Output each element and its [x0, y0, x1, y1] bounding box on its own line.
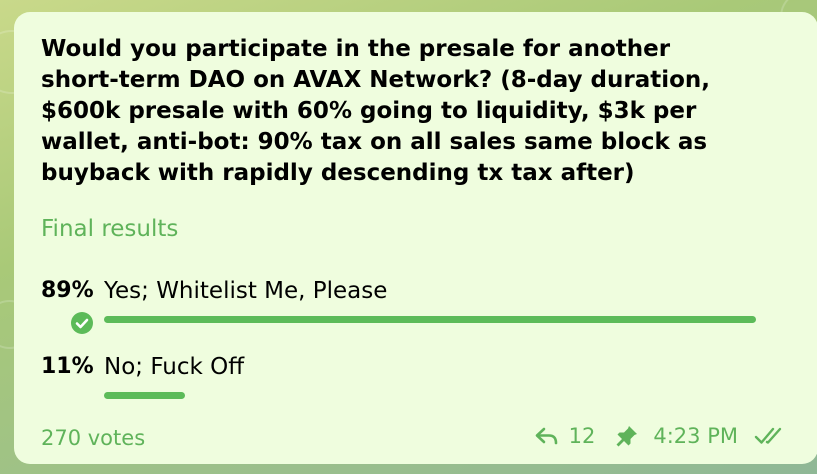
- option-result-bar: [104, 392, 185, 399]
- option-label: No; Fuck Off: [104, 354, 245, 380]
- option-result-bar: [104, 316, 756, 323]
- option-label: Yes; Whitelist Me, Please: [104, 278, 388, 304]
- poll-status: Final results: [41, 216, 179, 242]
- option-percent: 89%: [41, 278, 94, 303]
- message-time: 4:23 PM: [653, 424, 738, 448]
- message-meta: 12 4:23 PM: [535, 424, 788, 448]
- vote-count[interactable]: 270 votes: [41, 426, 145, 450]
- poll-message-bubble[interactable]: Would you participate in the presale for…: [14, 12, 817, 464]
- option-percent: 11%: [41, 354, 94, 379]
- pin-icon: [615, 424, 639, 448]
- check-circle-icon: [71, 312, 93, 334]
- forward-count: 12: [568, 424, 596, 448]
- forward-icon[interactable]: [535, 426, 559, 446]
- poll-question: Would you participate in the presale for…: [41, 36, 711, 186]
- bubble-tail: [801, 436, 817, 454]
- double-check-icon: [754, 426, 788, 446]
